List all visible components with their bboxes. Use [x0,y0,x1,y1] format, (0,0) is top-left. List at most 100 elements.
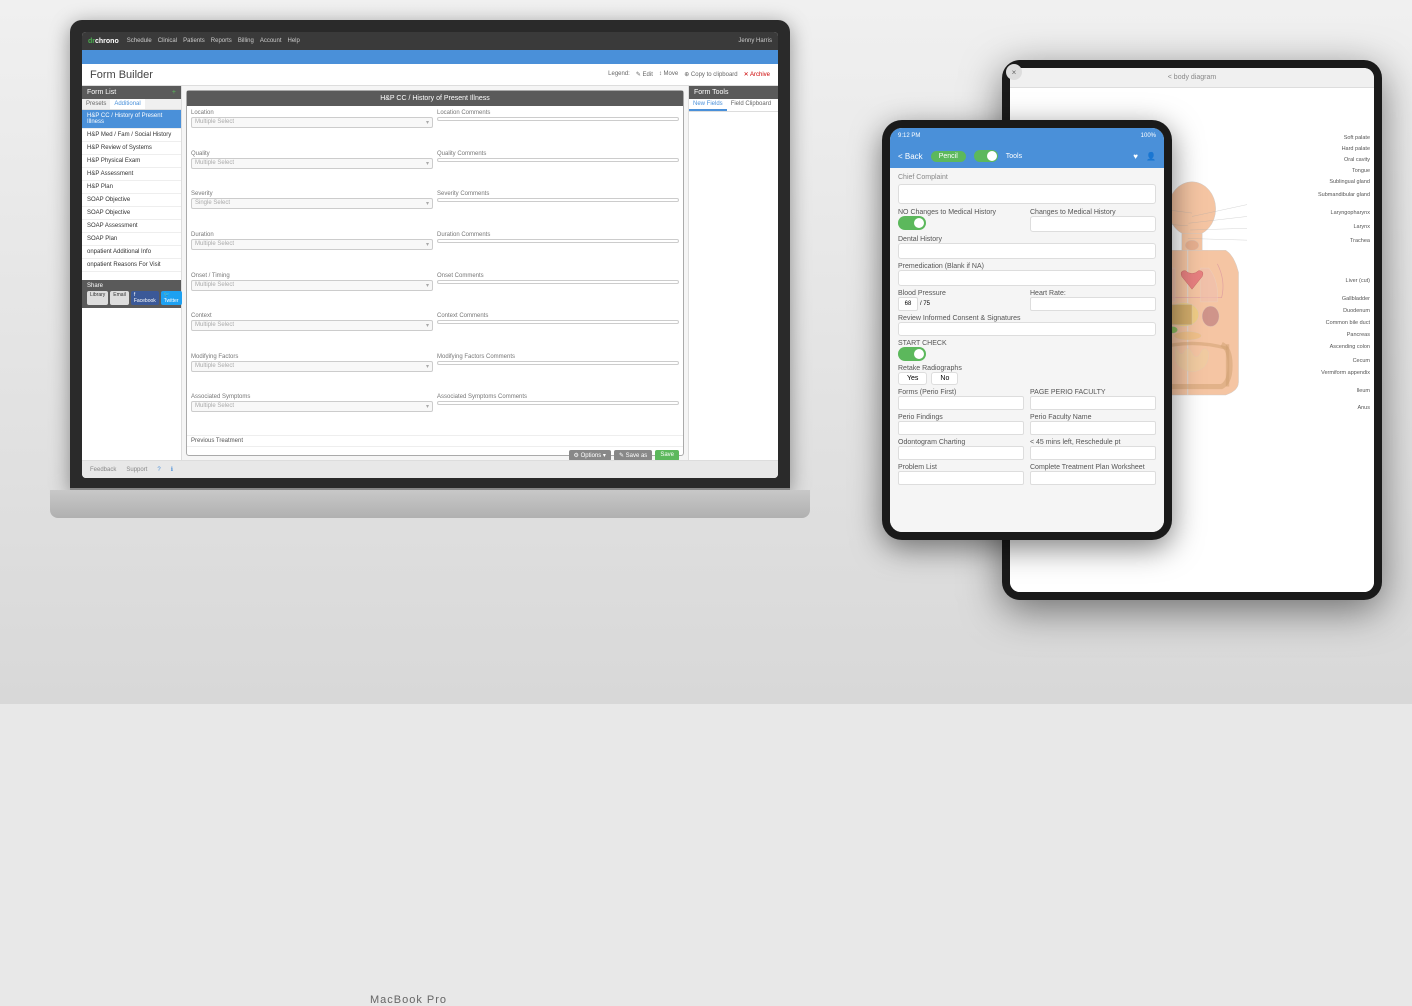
nav-billing[interactable]: Billing [238,38,254,44]
field-quality: Quality Multiple Select▾ [191,151,433,188]
reschedule-col: < 45 mins left, Reschedule pt [1030,439,1156,460]
nav-patients[interactable]: Patients [183,38,205,44]
toggle-switch[interactable] [974,150,998,162]
field-onset: Onset / Timing Multiple Select▾ [191,273,433,310]
tab-additional[interactable]: Additional [110,99,144,109]
tablet-time: 9:12 PM [898,133,920,139]
context-select[interactable]: Multiple Select▾ [191,320,433,331]
chief-complaint-field[interactable] [898,184,1156,204]
drchrono-app: drchrono Schedule Clinical Patients Repo… [82,32,778,478]
no-changes-toggle[interactable] [898,216,926,230]
share-email[interactable]: Email [110,291,129,305]
problem-field[interactable] [898,471,1024,485]
odontogram-col: Odontogram Charting [898,439,1024,460]
info-icon[interactable]: ℹ [171,466,173,473]
back-button[interactable]: < Back [898,152,923,161]
field-modifying: Modifying Factors Multiple Select▾ [191,354,433,391]
location-select[interactable]: Multiple Select▾ [191,117,433,128]
form-item-1[interactable]: H&P Med / Fam / Social History [82,129,181,142]
anatomy-title-bar: × < body diagram [1010,68,1374,88]
support-link[interactable]: Support [126,467,147,473]
share-twitter[interactable]: 🐦 Twitter [161,291,182,305]
close-button[interactable]: × [1010,68,1022,80]
reschedule-field[interactable] [1030,446,1156,460]
onset-select[interactable]: Multiple Select▾ [191,280,433,291]
forms-row: Forms (Perio First) PAGE PERIO FACULTY [898,389,1156,410]
share-facebook[interactable]: f Facebook [131,291,159,305]
tab-field-clipboard[interactable]: Field Clipboard [727,99,775,111]
yes-button[interactable]: Yes [898,372,927,385]
form-item-0[interactable]: H&P CC / History of Present Illness [82,110,181,129]
perio-findings-col: Perio Findings [898,414,1024,435]
form-item-4[interactable]: H&P Assessment [82,168,181,181]
pencil-button[interactable]: Pencil [931,151,966,162]
nav-reports[interactable]: Reports [211,38,232,44]
form-item-8[interactable]: SOAP Assessment [82,220,181,233]
odontogram-field[interactable] [898,446,1024,460]
form-item-11[interactable]: onpatient Reasons For Visit [82,259,181,272]
legend-archive: ✕ Archive [744,71,770,78]
treatment-field[interactable] [1030,471,1156,485]
nav-clinical[interactable]: Clinical [158,38,177,44]
quality-comments-input[interactable] [437,158,679,162]
tab-presets[interactable]: Presets [82,99,110,109]
share-library[interactable]: Library [87,291,108,305]
severity-select[interactable]: Single Select▾ [191,198,433,209]
context-comments-input[interactable] [437,320,679,324]
toggle-sm-knob [914,218,924,228]
onset-comments-input[interactable] [437,280,679,284]
dental-history-field[interactable] [898,243,1156,259]
form-item-6[interactable]: SOAP Objective [82,194,181,207]
label-tongue: Tongue [1352,168,1370,174]
share-section: Share Library Email f Facebook 🐦 Twitter [82,280,181,308]
drchrono-logo: drchrono [88,38,119,45]
field-modifying-comments: Modifying Factors Comments [437,354,679,391]
body-diagram-title: < body diagram [1168,74,1216,81]
feedback-link[interactable]: Feedback [90,467,116,473]
nav-schedule[interactable]: Schedule [127,38,152,44]
modifying-select[interactable]: Multiple Select▾ [191,361,433,372]
page-title: Form Builder [90,69,153,81]
topbar-right: Jenny Harris [738,38,772,44]
changes-field[interactable] [1030,216,1156,232]
severity-comments-input[interactable] [437,198,679,202]
duration-comments-input[interactable] [437,239,679,243]
heart-icon[interactable]: ♥ [1133,152,1138,161]
perio-faculty-field[interactable] [1030,421,1156,435]
help-icon[interactable]: ? [157,467,160,473]
associated-select[interactable]: Multiple Select▾ [191,401,433,412]
label-pancreas: Pancreas [1347,332,1370,338]
modifying-comments-input[interactable] [437,361,679,365]
people-icon[interactable]: 👤 [1146,152,1156,161]
label-laryngopharynx: Laryngopharynx [1331,210,1370,216]
associated-comments-input[interactable] [437,401,679,405]
field-duration-comments: Duration Comments [437,232,679,269]
form-item-10[interactable]: onpatient Additional Info [82,246,181,259]
form-item-9[interactable]: SOAP Plan [82,233,181,246]
hr-label: Heart Rate: [1030,290,1156,297]
start-check-toggle[interactable] [898,347,926,361]
bp-sys[interactable]: 68 [898,297,918,311]
form-item-2[interactable]: H&P Review of Systems [82,142,181,155]
field-location: Location Multiple Select▾ [191,110,433,147]
hr-field[interactable] [1030,297,1156,311]
form-fields: Location Multiple Select▾ Location Comme… [187,106,683,435]
premedication-field[interactable] [898,270,1156,286]
tab-new-fields[interactable]: New Fields [689,99,727,111]
duration-select[interactable]: Multiple Select▾ [191,239,433,250]
consent-field[interactable] [898,322,1156,336]
quality-select[interactable]: Multiple Select▾ [191,158,433,169]
forms-perio-field[interactable] [898,396,1024,410]
form-item-3[interactable]: H&P Physical Exam [82,155,181,168]
page-perio-field[interactable] [1030,396,1156,410]
nav-account[interactable]: Account [260,38,282,44]
no-button[interactable]: No [931,372,958,385]
form-item-5[interactable]: H&P Plan [82,181,181,194]
field-duration: Duration Multiple Select▾ [191,232,433,269]
nav-help[interactable]: Help [288,38,300,44]
share-buttons: Library Email f Facebook 🐦 Twitter [87,291,176,305]
perio-findings-field[interactable] [898,421,1024,435]
problem-row: Problem List Complete Treatment Plan Wor… [898,464,1156,485]
form-item-7[interactable]: SOAP Objective [82,207,181,220]
location-comments-input[interactable] [437,117,679,121]
